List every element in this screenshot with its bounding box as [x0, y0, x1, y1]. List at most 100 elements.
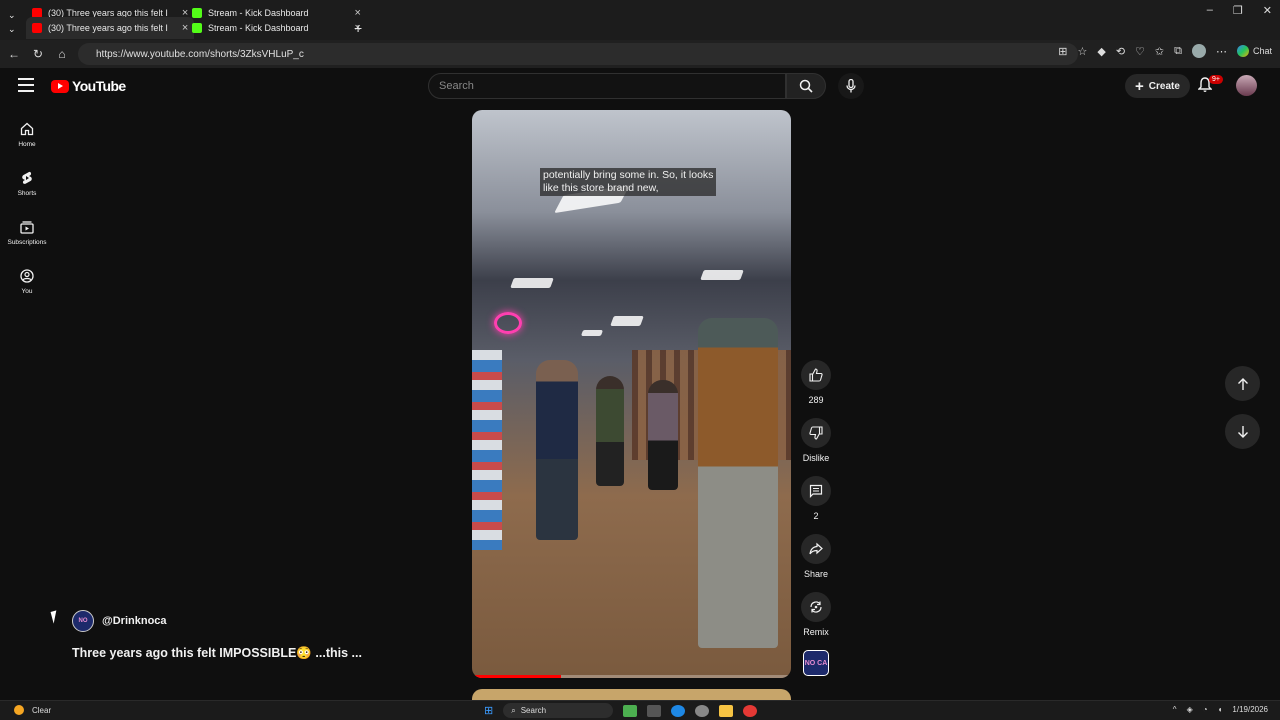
shorts-navigation — [1225, 366, 1260, 462]
favorites-icon[interactable]: ✩ — [1155, 45, 1164, 58]
dislike-action: Dislike — [800, 418, 832, 463]
profile-avatar[interactable] — [1191, 44, 1206, 58]
restore-icon[interactable]: ❐ — [1233, 4, 1243, 17]
volume-icon[interactable]: ◖ — [1218, 705, 1223, 714]
close-window-icon[interactable]: ✕ — [1263, 4, 1272, 17]
remix-action: Remix — [800, 592, 832, 637]
home-browser-icon[interactable]: ⌂ — [50, 47, 74, 61]
share-label: Share — [803, 569, 829, 579]
like-button[interactable] — [801, 360, 831, 390]
browser-toolbar: ⊞ ☆ ◆ ⟲ ♡ ✩ ⧉ ⋯ Chat — [1058, 44, 1272, 58]
like-action: 289 — [800, 360, 832, 405]
menu-icon[interactable] — [18, 78, 34, 92]
file-explorer-icon[interactable] — [719, 704, 734, 717]
plus-icon: + — [1135, 77, 1144, 95]
sun-icon — [14, 705, 24, 715]
share-arrow-icon — [809, 542, 823, 555]
system-tray: ^ ◈ ◔ ◖ 1/19/2026 — [1173, 705, 1268, 714]
voice-search-button[interactable] — [838, 73, 864, 99]
sidebar-item-subscriptions[interactable]: Subscriptions — [0, 208, 54, 257]
widgets-app-icon[interactable] — [623, 704, 638, 717]
youtube-logo[interactable]: YouTube — [51, 78, 126, 94]
channel-handle[interactable]: @Drinknoca — [102, 615, 167, 627]
like-count: 289 — [808, 395, 824, 405]
copilot-chat-button[interactable]: Chat — [1236, 45, 1272, 57]
comments-button[interactable] — [801, 476, 831, 506]
youtube-header: YouTube Search + Create 9+ — [0, 68, 1280, 106]
brave-app-icon[interactable] — [743, 704, 758, 717]
browser-essentials-icon[interactable]: ♡ — [1135, 45, 1145, 58]
app-icon[interactable] — [695, 704, 710, 717]
notification-badge: 9+ — [1209, 75, 1223, 84]
next-short-button[interactable] — [1225, 414, 1260, 449]
new-tab-button[interactable]: + — [354, 17, 362, 39]
window-controls: – ❐ ✕ — [1207, 4, 1272, 17]
thumbs-down-icon — [809, 426, 823, 440]
shorts-video-player[interactable]: potentially bring some in. So, it looks … — [472, 110, 791, 678]
chevron-up-icon[interactable]: ^ — [1173, 705, 1177, 714]
action-rail: 289 Dislike 2 Share Remix NO CA — [800, 360, 832, 689]
thumbs-up-icon — [809, 368, 823, 382]
create-button[interactable]: + Create — [1125, 74, 1190, 98]
more-icon[interactable]: ⋯ — [1216, 45, 1227, 58]
windows-start-icon[interactable]: ⊞ — [484, 704, 493, 717]
network-icon[interactable]: ◔ — [1203, 705, 1208, 714]
previous-short-button[interactable] — [1225, 366, 1260, 401]
search-button[interactable] — [786, 73, 826, 99]
app-available-icon[interactable]: ⊞ — [1058, 45, 1067, 58]
share-button[interactable] — [801, 534, 831, 564]
tab-kick-2[interactable]: Stream - Kick Dashboard × — [192, 17, 361, 39]
sidebar-item-shorts[interactable]: Shorts — [0, 159, 54, 208]
video-progress-bar[interactable] — [472, 675, 791, 678]
tab-strip: ⌄ (30) Three years ago this felt I × Str… — [0, 0, 1280, 40]
progress-fill — [472, 675, 562, 678]
arrow-down-icon — [1237, 425, 1248, 438]
search-input[interactable]: Search — [428, 73, 786, 99]
chevron-down-icon: ⌄ — [8, 23, 16, 34]
extensions-puzzle-icon[interactable]: ⟲ — [1116, 45, 1125, 58]
tab-list-button-2[interactable]: ⌄ — [8, 18, 16, 40]
mini-guide-sidebar: Home Shorts Subscriptions You — [0, 110, 54, 306]
channel-thumbnail[interactable]: NO CA — [803, 650, 829, 676]
task-view-icon[interactable] — [647, 704, 662, 717]
collections-icon[interactable]: ⧉ — [1174, 45, 1182, 58]
url-field[interactable]: https://www.youtube.com/shorts/3ZksVHLuP… — [78, 43, 1078, 65]
tab-youtube-active[interactable]: (30) Three years ago this felt I × — [26, 17, 195, 39]
windows-taskbar: Clear ⊞ ⌕ Search ^ ◈ ◔ ◖ 1/19/2026 — [0, 700, 1280, 720]
refresh-icon[interactable]: ↻ — [26, 47, 50, 61]
account-avatar[interactable] — [1236, 75, 1257, 96]
mouse-cursor-icon — [50, 610, 60, 624]
remix-button[interactable] — [801, 592, 831, 622]
video-caption: potentially bring some in. So, it looks … — [540, 168, 717, 196]
kick-favicon-icon — [192, 23, 202, 33]
weather-widget[interactable]: Clear — [14, 705, 51, 715]
shorts-icon — [22, 171, 32, 184]
person — [596, 376, 624, 486]
ceiling-light — [510, 278, 554, 288]
store-shelf — [472, 350, 502, 550]
taskbar-date[interactable]: 1/19/2026 — [1232, 705, 1268, 714]
person — [536, 360, 578, 540]
browser-chrome: ⌄ (30) Three years ago this felt I × Str… — [0, 0, 1280, 68]
address-bar-row: ← ↻ ⌂ https://www.youtube.com/shorts/3Zk… — [0, 40, 1280, 68]
channel-avatar[interactable]: NO — [72, 610, 94, 632]
sidebar-item-home[interactable]: Home — [0, 110, 54, 159]
taskbar-search[interactable]: ⌕ Search — [503, 703, 614, 718]
close-icon[interactable]: × — [182, 22, 188, 34]
minimize-icon[interactable]: – — [1207, 4, 1213, 17]
home-icon — [20, 122, 34, 135]
dislike-button[interactable] — [801, 418, 831, 448]
channel-thumbnail-action: NO CA — [800, 650, 832, 676]
favorite-star-icon[interactable]: ☆ — [1077, 45, 1087, 58]
comments-action: 2 — [800, 476, 832, 521]
you-icon — [20, 268, 34, 283]
extension-icon[interactable]: ◆ — [1097, 45, 1105, 58]
tray-app-icon[interactable]: ◈ — [1187, 705, 1193, 714]
back-icon[interactable]: ← — [2, 47, 26, 61]
dislike-label: Dislike — [802, 453, 830, 463]
remix-icon — [810, 601, 822, 613]
short-title[interactable]: Three years ago this felt IMPOSSIBLE😳 ..… — [72, 646, 362, 661]
edge-app-icon[interactable] — [671, 704, 686, 717]
remix-label: Remix — [803, 627, 829, 637]
sidebar-item-you[interactable]: You — [0, 257, 54, 306]
